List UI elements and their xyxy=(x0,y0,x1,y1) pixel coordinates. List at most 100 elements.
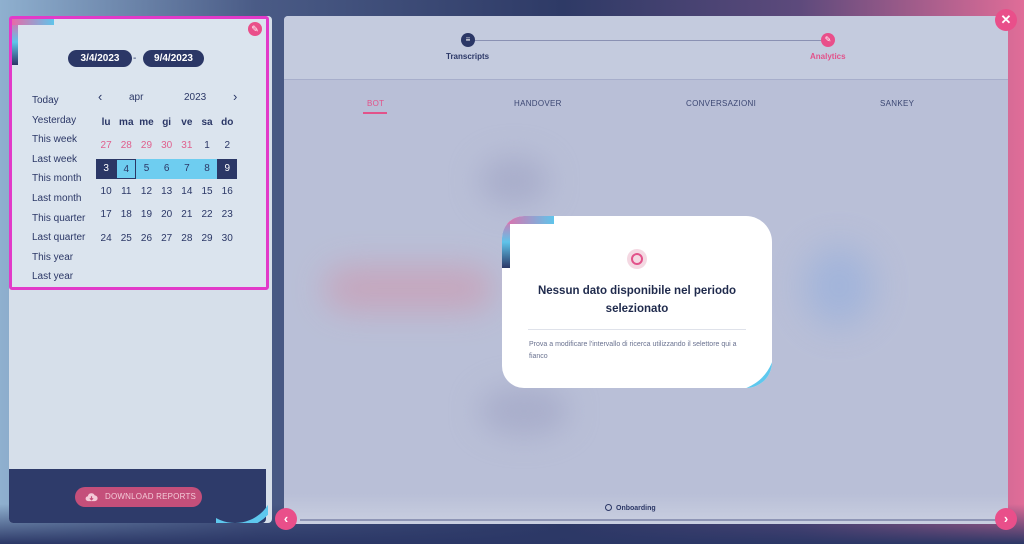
calendar-week: 3 4 5 6 7 8 9 xyxy=(96,157,238,180)
corner-decoration xyxy=(12,19,54,65)
download-reports-button[interactable]: DOWNLOAD REPORTS xyxy=(75,487,202,507)
step-transcripts[interactable]: Transcripts xyxy=(446,52,489,61)
range-last-month[interactable]: Last month xyxy=(32,189,85,209)
calendar-day[interactable]: 30 xyxy=(217,229,237,249)
tab-conversazioni[interactable]: CONVERSAZIONI xyxy=(686,99,756,108)
onboarding-icon xyxy=(605,504,612,511)
quick-range-list: Today Yesterday This week Last week This… xyxy=(32,91,85,287)
weekday-header: lu ma me gi ve sa do xyxy=(96,111,237,134)
chevron-left-icon[interactable]: ‹ xyxy=(98,90,102,104)
footer-decoration xyxy=(216,469,268,523)
calendar-day[interactable]: 24 xyxy=(96,229,116,249)
pencil-icon[interactable]: ✎ xyxy=(821,33,835,47)
range-last-quarter[interactable]: Last quarter xyxy=(32,228,85,248)
chevron-left-icon[interactable]: ‹ xyxy=(275,508,297,530)
calendar-day[interactable]: 5 xyxy=(136,158,157,179)
calendar-day[interactable]: 26 xyxy=(136,229,156,249)
calendar-day[interactable]: 27 xyxy=(96,136,116,156)
calendar-day[interactable]: 8 xyxy=(196,158,218,179)
dialog-message: Prova a modificare l'intervallo di ricer… xyxy=(529,341,737,360)
step-analytics[interactable]: Analytics xyxy=(810,52,846,61)
chevron-right-icon[interactable]: › xyxy=(233,90,237,104)
calendar-week: 17 18 19 20 21 22 23 xyxy=(96,204,237,227)
close-icon[interactable]: ✕ xyxy=(995,9,1017,31)
calendar-day-range-end[interactable]: 9 xyxy=(217,158,238,179)
calendar-day[interactable]: 7 xyxy=(176,158,197,179)
calendar-day[interactable]: 21 xyxy=(177,205,197,225)
calendar-day[interactable]: 28 xyxy=(116,136,136,156)
calendar-day[interactable]: 22 xyxy=(197,205,217,225)
corner-decoration xyxy=(502,216,554,224)
onboarding-label: Onboarding xyxy=(616,505,656,512)
calendar-day[interactable]: 1 xyxy=(197,136,217,156)
calendar-day[interactable]: 29 xyxy=(136,136,156,156)
calendar-week: 24 25 26 27 28 29 30 xyxy=(96,227,237,250)
bottom-divider xyxy=(300,519,1000,521)
end-date-pill[interactable]: 9/4/2023 xyxy=(143,50,204,67)
range-this-month[interactable]: This month xyxy=(32,169,85,189)
stepper-line xyxy=(469,40,829,41)
date-picker: ✎ 3/4/2023 - 9/4/2023 Today Yesterday Th… xyxy=(9,16,269,290)
calendar-day[interactable]: 13 xyxy=(157,182,177,202)
month-label[interactable]: apr xyxy=(129,90,143,106)
calendar-day[interactable]: 6 xyxy=(156,158,177,179)
info-circle-icon xyxy=(627,249,647,269)
no-data-dialog: Nessun dato disponibile nel periodo sele… xyxy=(502,216,772,388)
calendar-day[interactable]: 19 xyxy=(136,205,156,225)
date-separator: - xyxy=(133,53,137,64)
blurred-chart-shape xyxy=(804,246,874,326)
calendar-day[interactable]: 23 xyxy=(217,205,237,225)
calendar-day[interactable]: 31 xyxy=(177,136,197,156)
calendar-day[interactable]: 27 xyxy=(157,229,177,249)
range-last-week[interactable]: Last week xyxy=(32,150,85,170)
dialog-title: Nessun dato disponibile nel periodo sele… xyxy=(537,285,737,315)
analytics-tabs: BOT HANDOVER CONVERSAZIONI SANKEY xyxy=(284,96,1008,116)
calendar-day[interactable]: 12 xyxy=(136,182,156,202)
range-last-year[interactable]: Last year xyxy=(32,267,85,287)
weekday-label: lu xyxy=(101,116,111,128)
cloud-download-icon xyxy=(85,493,98,502)
calendar-week: 27 28 29 30 31 1 2 xyxy=(96,134,237,157)
range-this-week[interactable]: This week xyxy=(32,130,85,150)
start-date-pill[interactable]: 3/4/2023 xyxy=(68,50,132,67)
calendar-day[interactable]: 10 xyxy=(96,182,116,202)
calendar-grid: lu ma me gi ve sa do 27 28 29 30 31 1 2 … xyxy=(96,111,238,250)
tab-sankey[interactable]: SANKEY xyxy=(880,99,914,108)
year-label[interactable]: 2023 xyxy=(184,90,206,106)
calendar-day[interactable]: 30 xyxy=(157,136,177,156)
download-reports-label: DOWNLOAD REPORTS xyxy=(105,492,197,501)
weekday-label: sa xyxy=(201,116,213,128)
range-yesterday[interactable]: Yesterday xyxy=(32,111,85,131)
weekday-label: ma xyxy=(119,116,134,128)
calendar-day[interactable]: 2 xyxy=(217,136,237,156)
calendar-day[interactable]: 16 xyxy=(217,182,237,202)
calendar-day-today[interactable]: 4 xyxy=(116,158,137,179)
onboarding-link[interactable]: Onboarding xyxy=(605,504,656,512)
calendar-day[interactable]: 18 xyxy=(116,205,136,225)
blurred-chart-shape xyxy=(324,266,494,311)
tab-bot[interactable]: BOT xyxy=(367,99,384,108)
calendar-day[interactable]: 11 xyxy=(116,182,136,202)
range-this-quarter[interactable]: This quarter xyxy=(32,209,85,229)
weekday-label: do xyxy=(221,116,234,128)
calendar-day[interactable]: 15 xyxy=(197,182,217,202)
chevron-right-icon[interactable]: › xyxy=(995,508,1017,530)
calendar-day[interactable]: 25 xyxy=(116,229,136,249)
calendar-day[interactable]: 29 xyxy=(197,229,217,249)
list-icon[interactable]: ≡ xyxy=(461,33,475,47)
blurred-chart-shape xyxy=(479,156,549,206)
active-tab-indicator xyxy=(363,112,387,114)
weekday-label: ve xyxy=(181,116,193,128)
calendar-day-range-start[interactable]: 3 xyxy=(96,158,117,179)
calendar-day[interactable]: 20 xyxy=(157,205,177,225)
dialog-divider xyxy=(528,329,746,330)
calendar-day[interactable]: 17 xyxy=(96,205,116,225)
range-this-year[interactable]: This year xyxy=(32,248,85,268)
stepper: ≡ Transcripts ✎ Analytics xyxy=(284,16,1008,80)
range-today[interactable]: Today xyxy=(32,91,85,111)
calendar-day[interactable]: 28 xyxy=(177,229,197,249)
tab-handover[interactable]: HANDOVER xyxy=(514,99,562,108)
calendar-day[interactable]: 14 xyxy=(177,182,197,202)
month-navigation: ‹ apr 2023 › xyxy=(98,90,240,106)
edit-icon[interactable]: ✎ xyxy=(248,22,262,36)
